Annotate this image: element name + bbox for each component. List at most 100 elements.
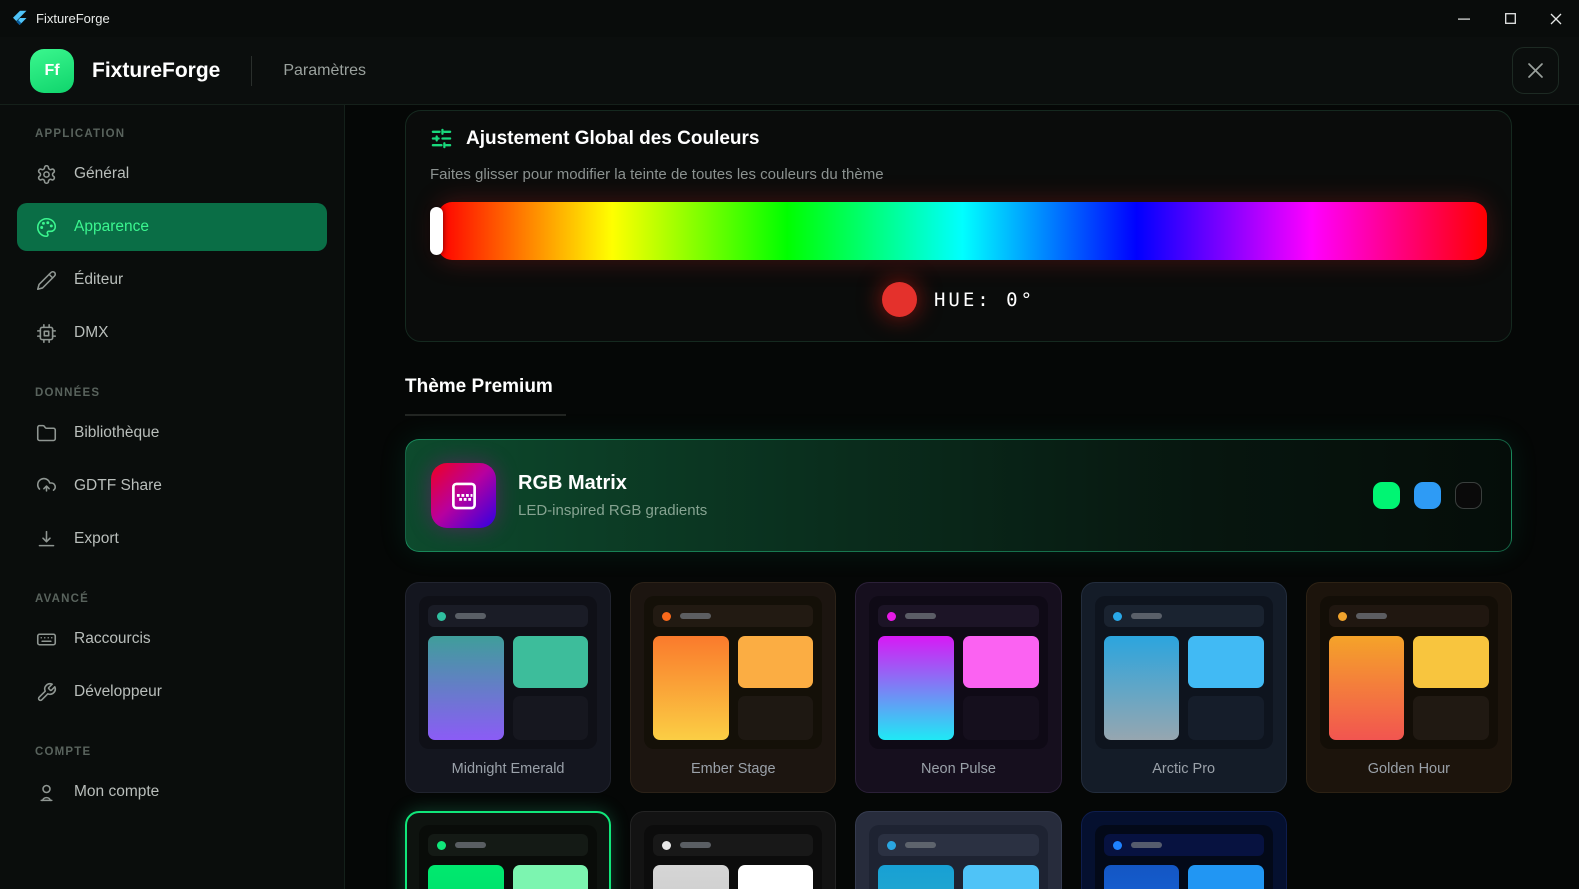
sidebar-section-label: APPLICATION — [35, 128, 126, 140]
sidebar-item-label: Raccourcis — [74, 630, 151, 647]
preview-solid-block — [737, 865, 814, 889]
theme-card-royal-navy[interactable] — [1080, 811, 1287, 889]
hue-readout: HUE: 0° — [430, 282, 1487, 317]
theme-card-arctic-pro[interactable]: Arctic Pro — [1080, 582, 1287, 793]
led-matrix-icon — [431, 463, 496, 528]
theme-card-neon-pulse[interactable]: Neon Pulse — [855, 582, 1062, 793]
preview-blocks — [878, 865, 1039, 889]
theme-name: Arctic Pro — [1152, 761, 1216, 777]
theme-card-golden-hour[interactable]: Golden Hour — [1305, 582, 1512, 793]
preview-accent-dot — [437, 611, 446, 621]
sidebar-section-avance: AVANCÉ Raccourcis Développeur — [0, 593, 344, 716]
theme-preview — [644, 596, 823, 749]
theme-grid-row2 — [405, 811, 1512, 889]
palette-icon — [36, 217, 57, 238]
sidebar-item-gdtf-share[interactable]: GDTF Share — [17, 462, 327, 510]
preview-blocks — [653, 865, 814, 889]
close-icon — [1528, 63, 1543, 78]
maximize-button[interactable] — [1487, 0, 1533, 37]
premium-swatch-1 — [1373, 482, 1400, 509]
hue-slider[interactable] — [430, 202, 1487, 260]
sliders-icon — [430, 127, 453, 150]
theme-preview — [419, 825, 598, 889]
preview-right-column — [512, 636, 589, 740]
preview-solid-block — [1188, 636, 1264, 688]
sidebar-section-label: DONNÉES — [35, 387, 101, 399]
sidebar-item-general[interactable]: Général — [17, 150, 327, 198]
sidebar-item-raccourcis[interactable]: Raccourcis — [17, 615, 327, 663]
theme-preview — [1094, 596, 1273, 749]
preview-dark-block — [737, 696, 814, 740]
preview-right-column — [963, 865, 1039, 889]
theme-card-ember-stage[interactable]: Ember Stage — [630, 582, 837, 793]
theme-card-emerald-selected[interactable] — [405, 811, 612, 889]
user-icon — [36, 782, 57, 803]
preview-solid-block — [512, 865, 589, 889]
sidebar-item-dmx[interactable]: DMX — [17, 309, 327, 357]
preview-solid-block — [1188, 865, 1264, 889]
header-divider — [251, 55, 253, 86]
theme-preview — [644, 825, 823, 889]
preview-title-pill — [1130, 842, 1162, 848]
preview-right-column — [1413, 636, 1489, 740]
preview-accent-dot — [887, 611, 897, 621]
preview-title-pill — [905, 613, 937, 619]
theme-name: Ember Stage — [690, 761, 776, 777]
hue-value: HUE: 0° — [933, 288, 1036, 311]
preview-gradient-block — [878, 865, 954, 889]
sidebar-item-label: GDTF Share — [74, 477, 162, 494]
close-window-button[interactable] — [1533, 0, 1579, 37]
hue-gradient-track[interactable] — [438, 202, 1487, 260]
theme-preview — [869, 825, 1048, 889]
keyboard-icon — [36, 629, 57, 650]
theme-preview — [419, 596, 598, 749]
theme-card-steel-blue[interactable] — [855, 811, 1062, 889]
preview-title-pill — [455, 842, 486, 848]
sidebar-item-label: Éditeur — [74, 271, 124, 288]
preview-right-column — [1188, 636, 1264, 740]
preview-solid-block — [737, 636, 814, 688]
preview-right-column — [1188, 865, 1264, 889]
premium-theme-subtitle: LED-inspired RGB gradients — [518, 502, 708, 519]
theme-card-mono-light[interactable] — [630, 811, 837, 889]
hue-slider-handle[interactable] — [430, 207, 443, 255]
close-settings-button[interactable] — [1512, 47, 1559, 94]
chip-icon — [36, 323, 57, 344]
sidebar-item-label: Général — [74, 165, 130, 182]
sidebar-item-developpeur[interactable]: Développeur — [17, 668, 327, 716]
minimize-button[interactable] — [1441, 0, 1487, 37]
premium-theme-rgb-matrix[interactable]: RGB Matrix LED-inspired RGB gradients — [405, 439, 1512, 552]
preview-title-pill — [1130, 613, 1162, 619]
settings-content: Ajustement Global des Couleurs Faites gl… — [345, 105, 1579, 889]
preview-dark-block — [512, 696, 589, 740]
preview-accent-dot — [1337, 611, 1347, 621]
preview-blocks — [428, 636, 589, 740]
preview-dark-block — [1188, 696, 1264, 740]
preview-titlebar — [428, 605, 589, 627]
sidebar-item-bibliotheque[interactable]: Bibliothèque — [17, 409, 327, 457]
preview-blocks — [878, 636, 1039, 740]
sidebar-item-label: Développeur — [74, 683, 162, 700]
preview-title-pill — [1355, 613, 1387, 619]
preview-gradient-block — [878, 636, 954, 740]
preview-solid-block — [512, 636, 589, 688]
theme-preview — [869, 596, 1048, 749]
gear-icon — [36, 164, 57, 185]
settings-sidebar: APPLICATION Général Apparence Éditeur DMX DON… — [0, 105, 345, 889]
preview-solid-block — [963, 636, 1039, 688]
sidebar-item-mon-compte[interactable]: Mon compte — [17, 768, 327, 816]
preview-right-column — [737, 865, 814, 889]
premium-swatch-2 — [1414, 482, 1441, 509]
close-icon — [1550, 13, 1562, 24]
preview-right-column — [512, 865, 589, 889]
maximize-icon — [1504, 13, 1516, 24]
sidebar-section-application: APPLICATION Général Apparence Éditeur DMX — [0, 128, 344, 357]
preview-dark-block — [1413, 696, 1489, 740]
sidebar-item-label: Export — [74, 530, 119, 547]
sidebar-item-apparence[interactable]: Apparence — [17, 203, 327, 251]
theme-card-midnight-emerald[interactable]: Midnight Emerald — [405, 582, 612, 793]
preview-titlebar — [653, 605, 814, 627]
sidebar-item-editeur[interactable]: Éditeur — [17, 256, 327, 304]
app-title: FixtureForge — [92, 58, 221, 82]
sidebar-item-export[interactable]: Export — [17, 515, 327, 563]
